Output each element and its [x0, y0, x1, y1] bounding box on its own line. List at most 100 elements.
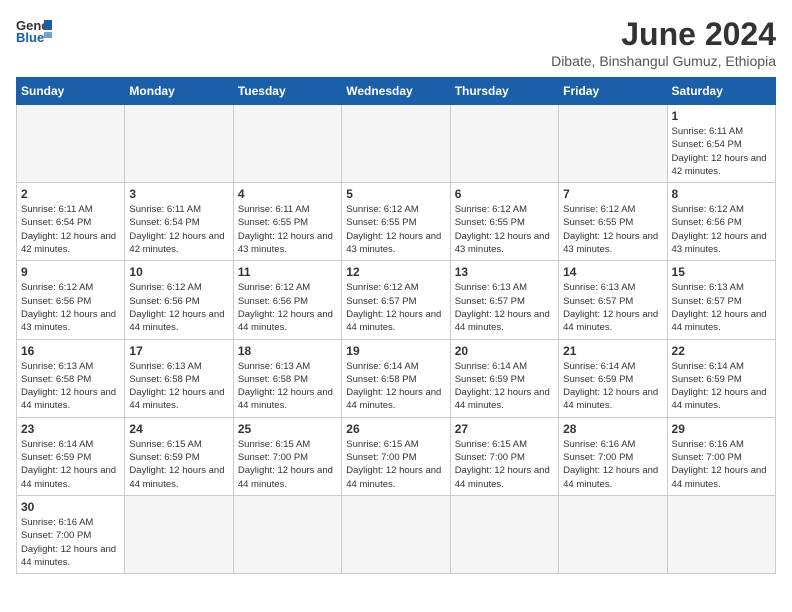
day-info: Sunrise: 6:15 AM Sunset: 7:00 PM Dayligh…: [455, 438, 554, 491]
calendar-row-5: 23Sunrise: 6:14 AM Sunset: 6:59 PM Dayli…: [17, 417, 776, 495]
day-info: Sunrise: 6:11 AM Sunset: 6:55 PM Dayligh…: [238, 203, 337, 256]
day-info: Sunrise: 6:15 AM Sunset: 7:00 PM Dayligh…: [346, 438, 445, 491]
calendar-row-2: 2Sunrise: 6:11 AM Sunset: 6:54 PM Daylig…: [17, 183, 776, 261]
calendar-cell: [450, 495, 558, 573]
day-info: Sunrise: 6:12 AM Sunset: 6:55 PM Dayligh…: [455, 203, 554, 256]
calendar-cell: 18 Sunrise: 6:13 AM Sunset: 6:58 PM Dayli…: [233, 339, 341, 417]
day-info: Sunrise: 6:12 AM Sunset: 6:57 PM Dayligh…: [346, 281, 445, 334]
calendar-cell: [125, 105, 233, 183]
day-info: Sunrise: 6:15 AM Sunset: 6:59 PM Dayligh…: [129, 438, 228, 491]
day-info: Sunrise: 6:16 AM Sunset: 7:00 PM Dayligh…: [21, 516, 120, 569]
weekday-header-sunday: Sunday: [17, 78, 125, 105]
day-number: 20: [455, 344, 554, 358]
day-number: 9: [21, 265, 120, 279]
calendar-cell: [342, 105, 450, 183]
header: General Blue June 2024 Dibate, Binshangu…: [16, 16, 776, 69]
day-number: 24: [129, 422, 228, 436]
day-number: 12: [346, 265, 445, 279]
day-info: Sunrise: 6:14 AM Sunset: 6:59 PM Dayligh…: [672, 360, 771, 413]
day-number: 26: [346, 422, 445, 436]
day-info: Sunrise: 6:14 AM Sunset: 6:59 PM Dayligh…: [455, 360, 554, 413]
calendar-cell: 20 Sunrise: 6:14 AM Sunset: 6:59 PM Dayli…: [450, 339, 558, 417]
weekday-header-thursday: Thursday: [450, 78, 558, 105]
calendar-cell: 24 Sunrise: 6:15 AM Sunset: 6:59 PM Dayli…: [125, 417, 233, 495]
calendar-cell: [559, 495, 667, 573]
svg-text:Blue: Blue: [16, 30, 44, 45]
calendar-cell: 13 Sunrise: 6:13 AM Sunset: 6:57 PM Dayli…: [450, 261, 558, 339]
calendar-cell: [667, 495, 775, 573]
calendar-cell: [450, 105, 558, 183]
day-number: 27: [455, 422, 554, 436]
day-number: 8: [672, 187, 771, 201]
day-info: Sunrise: 6:13 AM Sunset: 6:57 PM Dayligh…: [563, 281, 662, 334]
day-info: Sunrise: 6:13 AM Sunset: 6:58 PM Dayligh…: [21, 360, 120, 413]
calendar-cell: 25 Sunrise: 6:15 AM Sunset: 7:00 PM Dayli…: [233, 417, 341, 495]
day-info: Sunrise: 6:12 AM Sunset: 6:56 PM Dayligh…: [672, 203, 771, 256]
day-number: 17: [129, 344, 228, 358]
calendar-cell: 22 Sunrise: 6:14 AM Sunset: 6:59 PM Dayli…: [667, 339, 775, 417]
calendar-cell: 11 Sunrise: 6:12 AM Sunset: 6:56 PM Dayli…: [233, 261, 341, 339]
calendar-cell: [233, 105, 341, 183]
calendar-cell: 15 Sunrise: 6:13 AM Sunset: 6:57 PM Dayli…: [667, 261, 775, 339]
day-number: 14: [563, 265, 662, 279]
day-info: Sunrise: 6:14 AM Sunset: 6:59 PM Dayligh…: [21, 438, 120, 491]
day-info: Sunrise: 6:13 AM Sunset: 6:58 PM Dayligh…: [238, 360, 337, 413]
calendar-cell: 14 Sunrise: 6:13 AM Sunset: 6:57 PM Dayli…: [559, 261, 667, 339]
day-info: Sunrise: 6:11 AM Sunset: 6:54 PM Dayligh…: [21, 203, 120, 256]
weekday-header-monday: Monday: [125, 78, 233, 105]
calendar-cell: 16 Sunrise: 6:13 AM Sunset: 6:58 PM Dayli…: [17, 339, 125, 417]
day-number: 25: [238, 422, 337, 436]
day-number: 10: [129, 265, 228, 279]
calendar-cell: [125, 495, 233, 573]
day-number: 3: [129, 187, 228, 201]
logo-icon: General Blue: [16, 16, 52, 46]
day-number: 19: [346, 344, 445, 358]
calendar-cell: [233, 495, 341, 573]
day-number: 15: [672, 265, 771, 279]
location-subtitle: Dibate, Binshangul Gumuz, Ethiopia: [551, 53, 776, 69]
calendar-cell: 8 Sunrise: 6:12 AM Sunset: 6:56 PM Daylig…: [667, 183, 775, 261]
calendar-cell: 4 Sunrise: 6:11 AM Sunset: 6:55 PM Daylig…: [233, 183, 341, 261]
calendar-cell: [342, 495, 450, 573]
calendar-cell: 21 Sunrise: 6:14 AM Sunset: 6:59 PM Dayli…: [559, 339, 667, 417]
day-number: 16: [21, 344, 120, 358]
calendar-cell: 30 Sunrise: 6:16 AM Sunset: 7:00 PM Dayli…: [17, 495, 125, 573]
calendar-row-4: 16 Sunrise: 6:13 AM Sunset: 6:58 PM Dayli…: [17, 339, 776, 417]
calendar-cell: 19 Sunrise: 6:14 AM Sunset: 6:58 PM Dayli…: [342, 339, 450, 417]
day-number: 4: [238, 187, 337, 201]
day-number: 11: [238, 265, 337, 279]
day-info: Sunrise: 6:12 AM Sunset: 6:56 PM Dayligh…: [21, 281, 120, 334]
day-info: Sunrise: 6:12 AM Sunset: 6:55 PM Dayligh…: [563, 203, 662, 256]
calendar-cell: 23Sunrise: 6:14 AM Sunset: 6:59 PM Dayli…: [17, 417, 125, 495]
day-info: Sunrise: 6:12 AM Sunset: 6:55 PM Dayligh…: [346, 203, 445, 256]
day-info: Sunrise: 6:14 AM Sunset: 6:58 PM Dayligh…: [346, 360, 445, 413]
calendar-row-last: 30 Sunrise: 6:16 AM Sunset: 7:00 PM Dayli…: [17, 495, 776, 573]
calendar-row-3: 9 Sunrise: 6:12 AM Sunset: 6:56 PM Daylig…: [17, 261, 776, 339]
day-info: Sunrise: 6:15 AM Sunset: 7:00 PM Dayligh…: [238, 438, 337, 491]
day-number: 30: [21, 500, 120, 514]
calendar-cell: 10Sunrise: 6:12 AM Sunset: 6:56 PM Dayli…: [125, 261, 233, 339]
weekday-header-row: SundayMondayTuesdayWednesdayThursdayFrid…: [17, 78, 776, 105]
weekday-header-tuesday: Tuesday: [233, 78, 341, 105]
calendar-cell: 26 Sunrise: 6:15 AM Sunset: 7:00 PM Dayli…: [342, 417, 450, 495]
calendar-row-1: 1Sunrise: 6:11 AM Sunset: 6:54 PM Daylig…: [17, 105, 776, 183]
day-number: 21: [563, 344, 662, 358]
calendar-cell: 9 Sunrise: 6:12 AM Sunset: 6:56 PM Daylig…: [17, 261, 125, 339]
day-number: 22: [672, 344, 771, 358]
day-info: Sunrise: 6:16 AM Sunset: 7:00 PM Dayligh…: [672, 438, 771, 491]
day-info: Sunrise: 6:13 AM Sunset: 6:57 PM Dayligh…: [455, 281, 554, 334]
calendar-cell: [559, 105, 667, 183]
calendar-cell: 29Sunrise: 6:16 AM Sunset: 7:00 PM Dayli…: [667, 417, 775, 495]
calendar-cell: 28Sunrise: 6:16 AM Sunset: 7:00 PM Dayli…: [559, 417, 667, 495]
day-number: 13: [455, 265, 554, 279]
day-info: Sunrise: 6:13 AM Sunset: 6:57 PM Dayligh…: [672, 281, 771, 334]
weekday-header-wednesday: Wednesday: [342, 78, 450, 105]
day-info: Sunrise: 6:12 AM Sunset: 6:56 PM Dayligh…: [238, 281, 337, 334]
day-info: Sunrise: 6:14 AM Sunset: 6:59 PM Dayligh…: [563, 360, 662, 413]
calendar-cell: 3 Sunrise: 6:11 AM Sunset: 6:54 PM Daylig…: [125, 183, 233, 261]
calendar-cell: 12 Sunrise: 6:12 AM Sunset: 6:57 PM Dayli…: [342, 261, 450, 339]
day-info: Sunrise: 6:11 AM Sunset: 6:54 PM Dayligh…: [129, 203, 228, 256]
weekday-header-friday: Friday: [559, 78, 667, 105]
day-number: 18: [238, 344, 337, 358]
day-number: 6: [455, 187, 554, 201]
